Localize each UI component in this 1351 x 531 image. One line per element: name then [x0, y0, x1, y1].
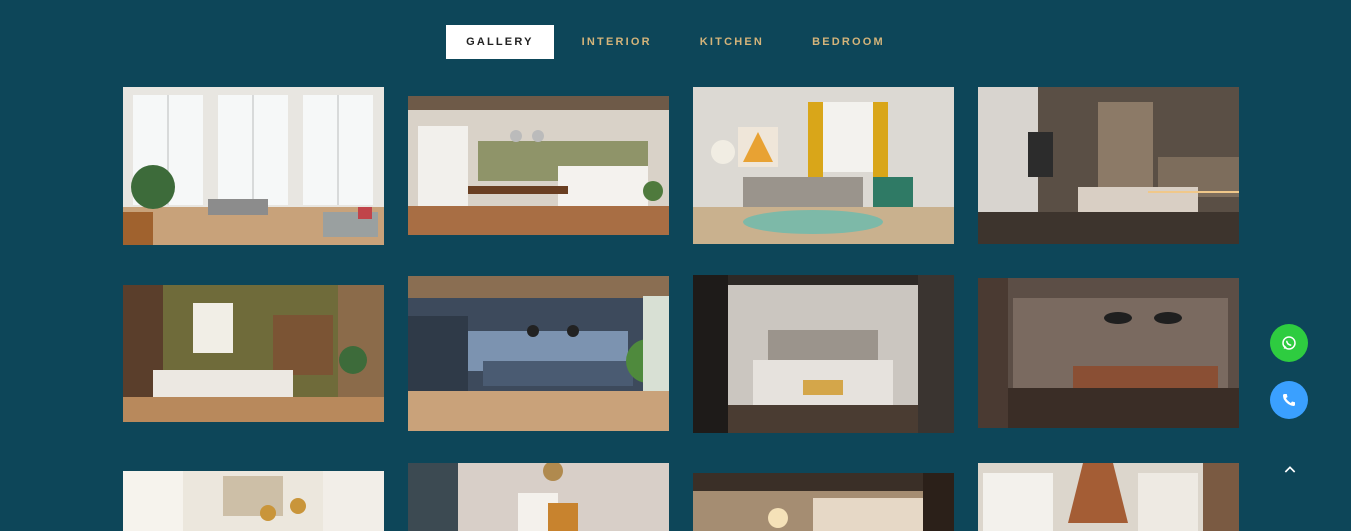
scroll-top-button[interactable]: [1276, 456, 1304, 484]
living-room-windows-image[interactable]: [123, 87, 384, 245]
kitchen-range-hood-image[interactable]: [978, 463, 1239, 531]
whatsapp-icon: [1282, 336, 1296, 350]
tab-kitchen[interactable]: KITCHEN: [680, 25, 784, 59]
phone-button[interactable]: [1270, 381, 1308, 419]
whatsapp-button[interactable]: [1270, 324, 1308, 362]
gallery-filter-tabs: GALLERY INTERIOR KITCHEN BEDROOM: [0, 25, 1351, 59]
tab-bedroom[interactable]: BEDROOM: [792, 25, 905, 59]
bedroom-dark-image[interactable]: [978, 87, 1239, 244]
kitchen-dining-image[interactable]: [408, 96, 669, 235]
living-room-olive-wall-image[interactable]: [123, 285, 384, 422]
kitchen-white-cabinets-image[interactable]: [123, 471, 384, 531]
lounge-leather-sofa-image[interactable]: [978, 278, 1239, 428]
tab-gallery[interactable]: GALLERY: [446, 25, 554, 59]
living-room-yellow-curtains-image[interactable]: [693, 87, 954, 244]
phone-icon: [1283, 394, 1295, 406]
bedroom-warm-image[interactable]: [693, 473, 954, 531]
hallway-chandelier-image[interactable]: [408, 463, 669, 531]
chevron-up-icon: [1284, 466, 1296, 473]
bedroom-grey-image[interactable]: [693, 275, 954, 433]
kitchen-blue-image[interactable]: [408, 276, 669, 431]
tab-interior[interactable]: INTERIOR: [562, 25, 672, 59]
